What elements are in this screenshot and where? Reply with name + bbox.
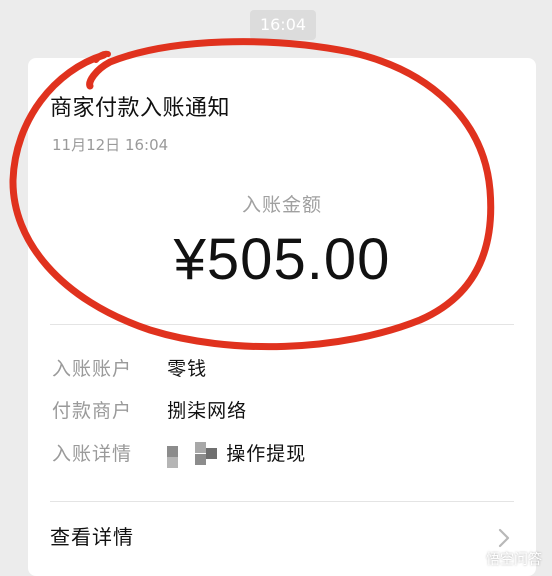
watermark-text: 悟空问答: [486, 552, 542, 568]
divider: [50, 324, 514, 325]
detail-row-details: 入账详情 操作提现: [52, 439, 306, 469]
detail-key: 付款商户: [52, 400, 133, 422]
pixelated-redaction: [167, 441, 218, 470]
detail-key: 入账账户: [52, 358, 133, 380]
detail-value: 捌柒网络: [167, 400, 248, 422]
amount-label: 入账金额: [241, 194, 322, 216]
view-details-label[interactable]: 查看详情: [50, 521, 134, 550]
detail-row-merchant: 付款商户 捌柒网络: [52, 396, 247, 426]
detail-value: 零钱: [167, 358, 208, 380]
payment-notification-card[interactable]: 商家付款入账通知 11月12日 16:04 入账金额 ¥505.00 入账账户 …: [28, 58, 536, 576]
amount-value: ¥505.00: [173, 227, 391, 292]
eye-logo-icon: [463, 552, 480, 568]
notification-date: 11月12日 16:04: [52, 136, 169, 154]
notification-title: 商家付款入账通知: [50, 96, 231, 121]
detail-key: 入账详情: [52, 443, 133, 465]
watermark: 悟空问答: [463, 550, 542, 570]
detail-value: 操作提现: [226, 443, 307, 465]
detail-row-account: 入账账户 零钱: [52, 354, 207, 384]
chat-timestamp: 16:04: [250, 10, 316, 40]
view-details-row[interactable]: 查看详情: [28, 502, 536, 576]
